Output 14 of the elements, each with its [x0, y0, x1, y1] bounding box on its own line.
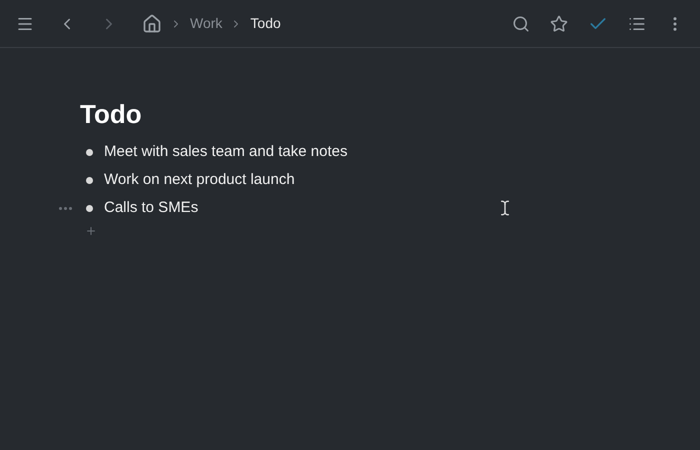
star-icon[interactable]	[550, 14, 568, 32]
list-item-text: Calls to SMEs	[104, 198, 198, 218]
breadcrumb-link[interactable]: Work	[190, 13, 222, 34]
breadcrumb-link[interactable]: Todo	[250, 13, 281, 34]
bullet-icon[interactable]	[86, 176, 93, 184]
add-icon[interactable]	[85, 225, 97, 237]
drag-handle-icon[interactable]	[59, 206, 72, 210]
bullet-icon[interactable]	[86, 148, 93, 156]
search-icon[interactable]	[512, 14, 530, 32]
bullet-icon[interactable]	[86, 204, 93, 212]
list-item-text: Meet with sales team and take notes	[104, 142, 348, 162]
list-item-text: Work on next product launch	[104, 170, 295, 190]
page-title: Todo	[80, 98, 143, 130]
home-icon[interactable]	[142, 14, 162, 34]
